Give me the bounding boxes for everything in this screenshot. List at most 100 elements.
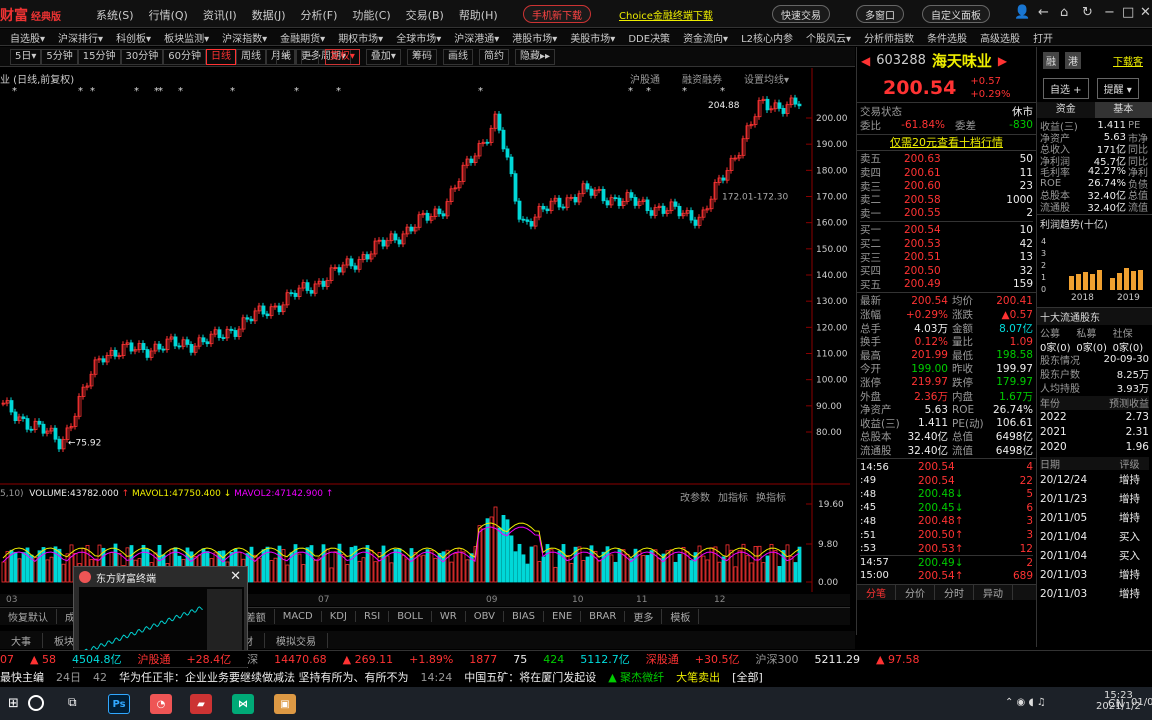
tick-tab-0[interactable]: 分笔 (857, 584, 896, 600)
chart-link-2[interactable]: 设置均线▾ (744, 71, 789, 86)
ticker-item[interactable]: 沪股通 (137, 651, 170, 667)
maximize-icon[interactable]: □ (1122, 5, 1134, 20)
buy-row[interactable]: 买一 200.54 10 (860, 223, 1033, 237)
ticker-item[interactable]: +28.4亿 (186, 651, 231, 667)
sell-row[interactable]: 卖二 200.58 1000 (860, 193, 1033, 207)
remind-button[interactable]: 提醒 ▾ (1096, 77, 1139, 99)
nav-item-7[interactable]: 全球市场▾ (396, 30, 441, 45)
choice-download-link[interactable]: Choice金融终端下载 (619, 7, 713, 22)
rating-row[interactable]: 20/11/23 增持 (1040, 489, 1149, 508)
ticker-item[interactable]: 5211.29 (815, 653, 861, 666)
custom-panel-button[interactable]: 自定义面板 (922, 5, 990, 23)
eastmoney-icon[interactable]: ◔ (150, 694, 172, 714)
menu-item-3[interactable]: 数据(J) (252, 7, 286, 23)
ticker-item[interactable]: 75 (513, 653, 527, 666)
indicator-tab-11[interactable]: WR (432, 611, 466, 622)
ticker-item[interactable]: 深股通 (646, 651, 679, 667)
rating-row[interactable]: 20/11/03 增持 (1040, 565, 1149, 584)
level2-promo-link[interactable]: 仅需20元查看十档行情 (857, 134, 1036, 150)
margin-badge[interactable]: 融 (1043, 52, 1059, 69)
download-link[interactable]: 下载客 (1113, 53, 1143, 68)
news-item[interactable]: 大笔卖出 (676, 669, 720, 685)
bottom-tab-0[interactable]: 大事 (0, 632, 43, 648)
indicator-tab-13[interactable]: BIAS (504, 611, 545, 622)
close-icon[interactable]: ✕ (1140, 5, 1151, 20)
app-red-icon[interactable]: ▰ (190, 694, 212, 714)
nav-item-11[interactable]: DDE决策 (628, 30, 670, 45)
tool-1[interactable]: − (300, 49, 319, 65)
app-orange-icon[interactable]: ▣ (274, 694, 296, 714)
chart-link-1[interactable]: 融资融券 (682, 71, 722, 86)
nav-item-16[interactable]: 条件选股 (927, 30, 967, 45)
indicator-tab-0[interactable]: 恢复默认 (0, 609, 57, 624)
news-item[interactable]: 14:24 (421, 671, 453, 684)
ticker-item[interactable]: 07 (0, 653, 14, 666)
next-stock-icon[interactable]: ▶ (998, 54, 1007, 68)
hk-badge[interactable]: 港 (1065, 52, 1081, 69)
nav-item-14[interactable]: 个股风云▾ (806, 30, 851, 45)
tool-6[interactable]: 简约 (478, 49, 509, 65)
period-5[interactable]: 日线 (205, 49, 236, 65)
rating-row[interactable]: 20/11/04 买入 (1040, 527, 1149, 546)
app-green-icon[interactable]: ⋈ (232, 694, 254, 714)
nav-item-2[interactable]: 科创板▾ (116, 30, 151, 45)
search-icon[interactable] (28, 695, 44, 711)
tick-tab-2[interactable]: 分时 (935, 584, 974, 600)
mobile-download-button[interactable]: 手机新下载 (523, 5, 591, 23)
indicator-tab-16[interactable]: 更多 (625, 609, 663, 624)
tool-7[interactable]: 隐藏▸▸ (514, 49, 555, 65)
indicator-tab-7[interactable]: MACD (275, 611, 322, 622)
nav-item-6[interactable]: 期权市场▾ (338, 30, 383, 45)
nav-item-13[interactable]: L2核心内参 (741, 30, 793, 45)
period-6[interactable]: 周线 (235, 49, 266, 65)
nav-item-9[interactable]: 港股市场▾ (512, 30, 557, 45)
news-item[interactable]: 中国五矿：将在厦门发起设 (464, 669, 596, 685)
indicator-tab-17[interactable]: 模板 (662, 609, 700, 624)
kline-chart[interactable]: 200.00 190.00 180.00 170.00 160.00 150.00 140.… (0, 68, 850, 592)
news-item[interactable]: ▲ 聚杰微纤 (608, 669, 664, 685)
close-icon[interactable]: ✕ (230, 569, 241, 584)
news-item[interactable]: 华为任正非：企业业务要继续做减法 坚持有所为、有所不为 (119, 669, 409, 685)
fund-tab-0[interactable]: 资金 (1037, 102, 1095, 118)
nav-item-15[interactable]: 分析师指数 (864, 30, 914, 45)
rating-row[interactable]: 20/11/04 买入 (1040, 546, 1149, 565)
indicator-tab-10[interactable]: BOLL (389, 611, 432, 622)
menu-item-5[interactable]: 功能(C) (352, 7, 390, 23)
period-1[interactable]: 5分钟 (41, 49, 78, 65)
news-item[interactable]: [全部] (732, 669, 763, 685)
nav-item-3[interactable]: 板块监测▾ (164, 30, 209, 45)
start-icon[interactable]: ⊞ (8, 696, 19, 711)
tool-2[interactable]: 复权▾ (324, 49, 360, 65)
buy-row[interactable]: 买五 200.49 159 (860, 278, 1033, 292)
buy-row[interactable]: 买二 200.53 42 (860, 237, 1033, 251)
news-item[interactable]: 最快主编 (0, 669, 44, 685)
vol-link-0[interactable]: 改参数 (680, 489, 710, 504)
ticker-item[interactable]: ▲ 58 (30, 653, 56, 666)
indicator-tab-14[interactable]: ENE (544, 611, 582, 622)
ticker-item[interactable]: 沪深300 (756, 651, 799, 667)
tool-5[interactable]: 画线 (442, 49, 473, 65)
ticker-item[interactable]: 5112.7亿 (580, 651, 630, 667)
buy-row[interactable]: 买四 200.50 32 (860, 264, 1033, 278)
nav-item-5[interactable]: 金融期货▾ (280, 30, 325, 45)
ticker-item[interactable]: 1877 (469, 653, 497, 666)
nav-item-4[interactable]: 沪深指数▾ (222, 30, 267, 45)
buy-row[interactable]: 买三 200.51 13 (860, 250, 1033, 264)
nav-item-0[interactable]: 自选股▾ (10, 30, 45, 45)
indicator-tab-15[interactable]: BRAR (581, 611, 626, 622)
fund-tab-1[interactable]: 基本 (1094, 102, 1152, 118)
tick-tab-1[interactable]: 分价 (896, 584, 935, 600)
bottom-tab-8[interactable]: 模拟交易 (265, 632, 328, 648)
rating-row[interactable]: 20/12/24 增持 (1040, 470, 1149, 489)
quick-trade-button[interactable]: 快速交易 (772, 5, 830, 23)
tray-icons[interactable]: ⌃ ◉ ◖ ♫ (1005, 697, 1046, 708)
menu-item-0[interactable]: 系统(S) (96, 7, 134, 23)
news-item[interactable]: 42 (93, 671, 107, 684)
ticker-item[interactable]: 4504.8亿 (72, 651, 122, 667)
sell-row[interactable]: 卖五 200.63 50 (860, 152, 1033, 166)
indicator-tab-8[interactable]: KDJ (322, 611, 356, 622)
ticker-item[interactable]: +30.5亿 (695, 651, 740, 667)
refresh-icon[interactable]: ↻ (1082, 5, 1093, 20)
period-4[interactable]: 60分钟 (163, 49, 206, 65)
home-icon[interactable]: ⌂ (1060, 5, 1068, 20)
